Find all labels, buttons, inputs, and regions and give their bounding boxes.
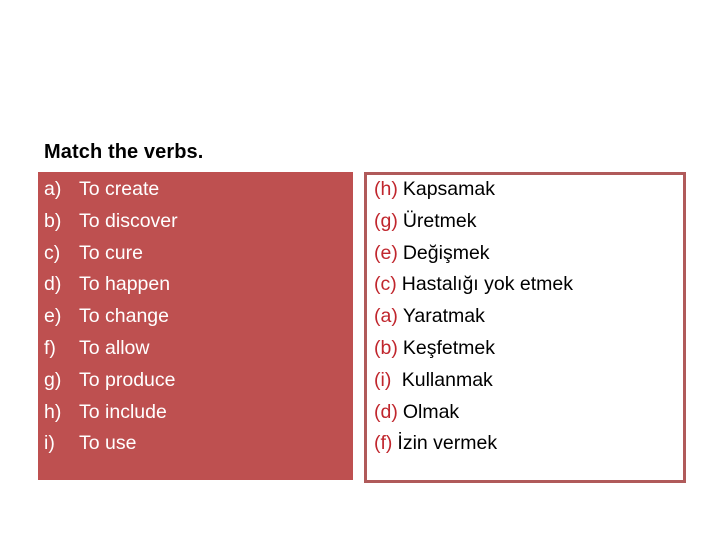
- verb-text: To include: [79, 400, 167, 423]
- translation-item: (h) Kapsamak: [374, 174, 573, 206]
- answer-key: (h): [374, 178, 398, 200]
- translation-text: Kullanmak: [396, 368, 493, 391]
- verb-text: To produce: [79, 368, 176, 391]
- verb-letter: h): [44, 400, 62, 423]
- answer-key: (i): [374, 368, 392, 391]
- translation-item: (e) Değişmek: [374, 238, 573, 270]
- verb-letter: b): [44, 209, 62, 232]
- verb-item: c) To cure: [44, 238, 178, 270]
- translations-box: (h) Kapsamak (g) Üretmek (e) Değişmek (c) Ha…: [364, 172, 686, 483]
- translation-text: Üretmek: [402, 209, 477, 232]
- verb-text: To discover: [79, 209, 178, 232]
- verb-letter: e): [44, 305, 62, 328]
- verb-letter: a): [44, 178, 62, 200]
- verb-item: b) To discover: [44, 206, 178, 238]
- answer-key: (a): [374, 305, 398, 328]
- verb-item: f) To allow: [44, 333, 178, 365]
- translation-text: Keşfetmek: [402, 336, 495, 359]
- verb-text: To create: [79, 178, 160, 200]
- verb-text: To cure: [79, 241, 143, 264]
- translation-text: İzin vermek: [397, 432, 498, 455]
- translation-item: (c) Hastalığı yok etmek: [374, 269, 573, 301]
- translation-item: (d) Olmak: [374, 397, 573, 429]
- verb-item: h) To include: [44, 397, 178, 429]
- verb-letter: f): [44, 336, 56, 359]
- translation-text: Değişmek: [402, 241, 490, 264]
- verb-text: To allow: [79, 336, 150, 359]
- verb-letter: i): [44, 432, 55, 455]
- translation-text: Olmak: [402, 400, 460, 423]
- translation-item: (b) Keşfetmek: [374, 333, 573, 365]
- verb-item: e) To change: [44, 301, 178, 333]
- verb-letter: c): [44, 241, 61, 264]
- translation-item: (a) Yaratmak: [374, 301, 573, 333]
- verb-letter: d): [44, 273, 62, 296]
- verb-item: g) To produce: [44, 365, 178, 397]
- translation-text: Hastalığı yok etmek: [401, 273, 573, 296]
- answer-key: (g): [374, 209, 398, 232]
- answer-key: (e): [374, 241, 398, 264]
- translation-item: (g) Üretmek: [374, 206, 573, 238]
- verb-item: a) To create: [44, 174, 178, 206]
- translation-text: Kapsamak: [402, 178, 495, 200]
- verb-text: To happen: [79, 273, 171, 296]
- answer-key: (f): [374, 432, 393, 455]
- answer-key: (b): [374, 336, 398, 359]
- verb-item: i) To use: [44, 428, 178, 460]
- verbs-list: a) To create b) To discover c) To cure d) To…: [44, 174, 178, 460]
- translation-text: Yaratmak: [402, 305, 485, 328]
- exercise-title: Match the verbs.: [44, 141, 204, 163]
- verb-text: To use: [79, 432, 137, 455]
- answer-key: (d): [374, 400, 398, 423]
- translation-item: (f) İzin vermek: [374, 428, 573, 460]
- verbs-box: a) To create b) To discover c) To cure d) To…: [38, 172, 353, 480]
- verb-text: To change: [79, 305, 169, 328]
- verb-letter: g): [44, 368, 62, 391]
- answer-key: (c): [374, 273, 397, 296]
- translations-list: (h) Kapsamak (g) Üretmek (e) Değişmek (c) Ha…: [374, 174, 573, 460]
- translation-item: (i) Kullanmak: [374, 365, 573, 397]
- verb-item: d) To happen: [44, 269, 178, 301]
